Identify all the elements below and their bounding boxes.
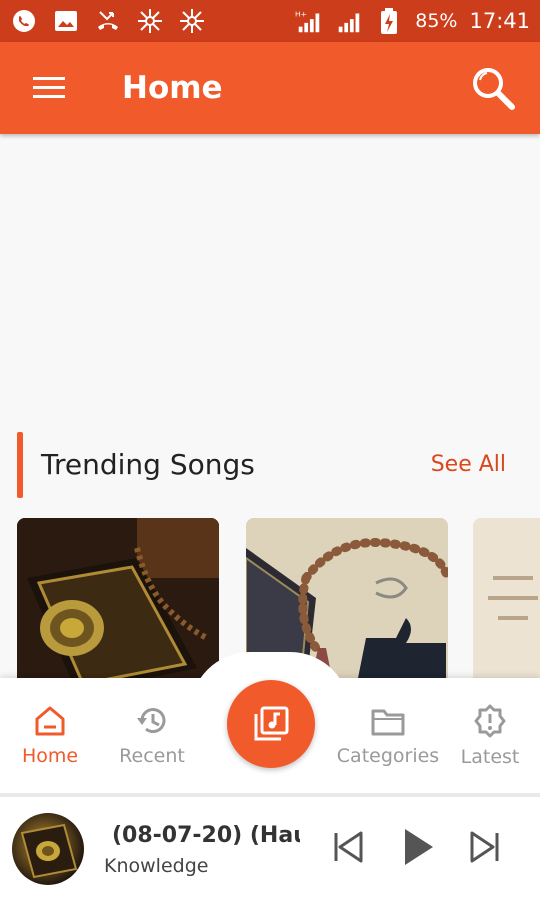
signal-icon — [335, 7, 363, 35]
play-icon[interactable] — [398, 827, 438, 867]
music-library-button[interactable] — [227, 680, 315, 768]
snowflake-icon — [178, 7, 206, 35]
calligraphy-image — [473, 518, 540, 688]
nav-label-recent: Recent — [119, 744, 185, 767]
clock: 17:41 — [469, 9, 530, 33]
song-card[interactable] — [17, 518, 219, 688]
track-title: (08-07-20) (Hausa) — [112, 823, 300, 848]
system-status: H+ 85% 17:41 — [295, 7, 530, 35]
nav-label-home: Home — [21, 744, 79, 767]
app-bar: Home — [0, 42, 540, 134]
mini-player[interactable]: (08-07-20) (Hausa) Knowledge — [0, 793, 540, 900]
trending-section-header: Trending Songs See All — [0, 430, 540, 498]
svg-text:H+: H+ — [295, 9, 307, 18]
album-art — [12, 813, 84, 885]
h-signal-icon: H+ — [295, 7, 323, 35]
section-accent-bar — [17, 432, 23, 498]
battery-charging-icon — [375, 7, 403, 35]
section-title: Trending Songs — [41, 448, 255, 481]
battery-level: 85% — [415, 10, 458, 32]
track-subtitle: Knowledge — [104, 855, 209, 877]
nav-label-categories: Categories — [336, 744, 440, 767]
page-title: Home — [122, 70, 223, 106]
whatsapp-icon — [10, 7, 38, 35]
folder-icon — [371, 709, 405, 735]
music-library-icon — [254, 706, 289, 741]
nav-item-home[interactable]: Home — [8, 678, 92, 793]
status-bar: H+ 85% 17:41 — [0, 0, 540, 42]
skip-previous-icon[interactable] — [328, 827, 368, 867]
nav-item-latest[interactable]: Latest — [448, 678, 532, 793]
nav-label-latest: Latest — [460, 745, 520, 768]
home-icon — [35, 706, 65, 735]
notification-icons — [10, 7, 206, 35]
nav-item-recent[interactable]: Recent — [110, 678, 194, 793]
missed-call-icon — [94, 7, 122, 35]
history-icon — [137, 707, 166, 733]
see-all-link[interactable]: See All — [431, 452, 506, 477]
skip-next-icon[interactable] — [465, 827, 505, 867]
snowflake-icon — [136, 7, 164, 35]
quran-book-image — [17, 518, 219, 688]
search-icon[interactable] — [468, 63, 518, 113]
alert-badge-icon — [474, 704, 506, 737]
hamburger-menu-icon[interactable] — [24, 63, 74, 113]
song-card[interactable] — [473, 518, 540, 688]
image-icon — [52, 7, 80, 35]
